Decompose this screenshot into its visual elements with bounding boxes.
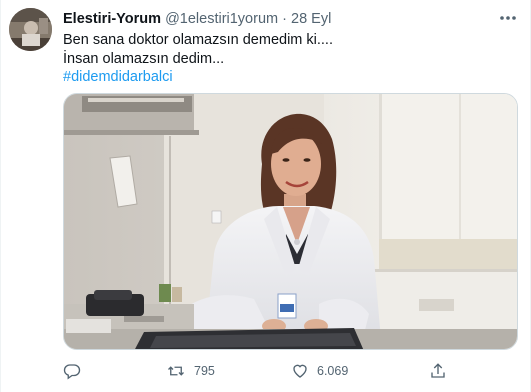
more-options-icon[interactable] bbox=[498, 10, 518, 26]
display-name[interactable]: Elestiri-Yorum bbox=[63, 11, 161, 27]
hashtag-link[interactable]: #didemdidarbalci bbox=[63, 68, 513, 87]
tweet-photo[interactable] bbox=[63, 93, 518, 350]
avatar-image bbox=[9, 8, 52, 51]
tweet-date[interactable]: 28 Eyl bbox=[291, 11, 331, 27]
reply-button[interactable] bbox=[63, 360, 89, 382]
reply-icon bbox=[63, 364, 81, 380]
user-handle[interactable]: @1elestiri1yorum bbox=[165, 11, 278, 27]
tweet-text: Ben sana doktor olamazsın demedim ki....… bbox=[63, 31, 513, 87]
heart-icon bbox=[293, 364, 307, 378]
share-icon bbox=[431, 363, 445, 378]
retweet-icon bbox=[168, 366, 184, 376]
tweet-header: Elestiri-Yorum @1elestiri1yorum · 28 Eyl bbox=[63, 10, 331, 28]
like-count: 6.069 bbox=[317, 364, 349, 378]
tweet-card[interactable]: Elestiri-Yorum @1elestiri1yorum · 28 Eyl… bbox=[0, 0, 531, 392]
tweet-text-line-2: İnsan olamazsın dedim... bbox=[63, 50, 225, 67]
user-avatar[interactable] bbox=[9, 8, 52, 51]
like-button[interactable]: 6.069 bbox=[291, 360, 348, 382]
retweet-button[interactable]: 795 bbox=[166, 360, 215, 382]
retweet-count: 795 bbox=[194, 364, 215, 378]
tweet-text-line-1: Ben sana doktor olamazsın demedim ki.... bbox=[63, 32, 333, 48]
tweet-actions: 795 6.069 bbox=[63, 360, 518, 382]
doctor-photo-image bbox=[64, 94, 517, 349]
share-button[interactable] bbox=[429, 360, 455, 382]
header-separator: · bbox=[282, 11, 287, 27]
